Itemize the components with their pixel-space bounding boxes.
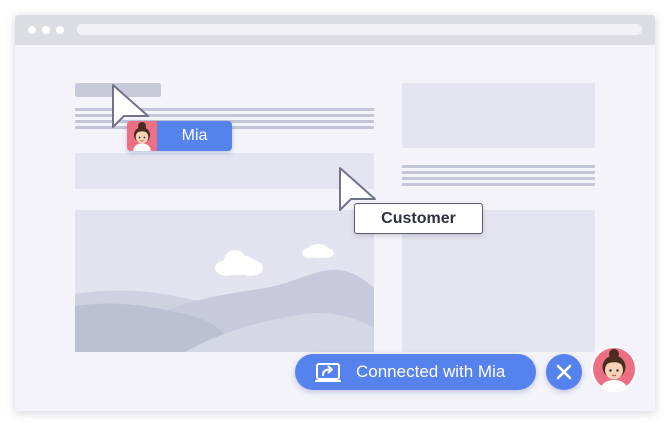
placeholder-image bbox=[75, 210, 374, 352]
connection-status-label: Connected with Mia bbox=[356, 362, 506, 381]
customer-cursor-tag: Customer bbox=[354, 203, 483, 234]
landscape-image-icon bbox=[75, 244, 374, 352]
browser-titlebar bbox=[15, 15, 655, 45]
placeholder-field bbox=[75, 153, 374, 189]
browser-window bbox=[15, 15, 655, 411]
end-session-button[interactable] bbox=[546, 354, 582, 390]
window-dot-icon bbox=[56, 26, 64, 34]
agent-cursor-tag: Mia bbox=[127, 121, 232, 151]
window-dot-icon bbox=[28, 26, 36, 34]
screen-share-icon bbox=[315, 363, 341, 382]
window-dot-icon bbox=[42, 26, 50, 34]
agent-avatar-icon bbox=[127, 121, 157, 151]
connection-status-pill[interactable]: Connected with Mia bbox=[295, 354, 536, 390]
placeholder-card bbox=[402, 83, 595, 148]
agent-cursor-name: Mia bbox=[181, 127, 208, 144]
close-icon bbox=[556, 364, 572, 380]
placeholder-text-lines bbox=[402, 165, 595, 189]
agent-avatar-icon bbox=[600, 349, 628, 390]
address-bar[interactable] bbox=[77, 24, 642, 35]
agent-avatar[interactable] bbox=[593, 348, 635, 390]
